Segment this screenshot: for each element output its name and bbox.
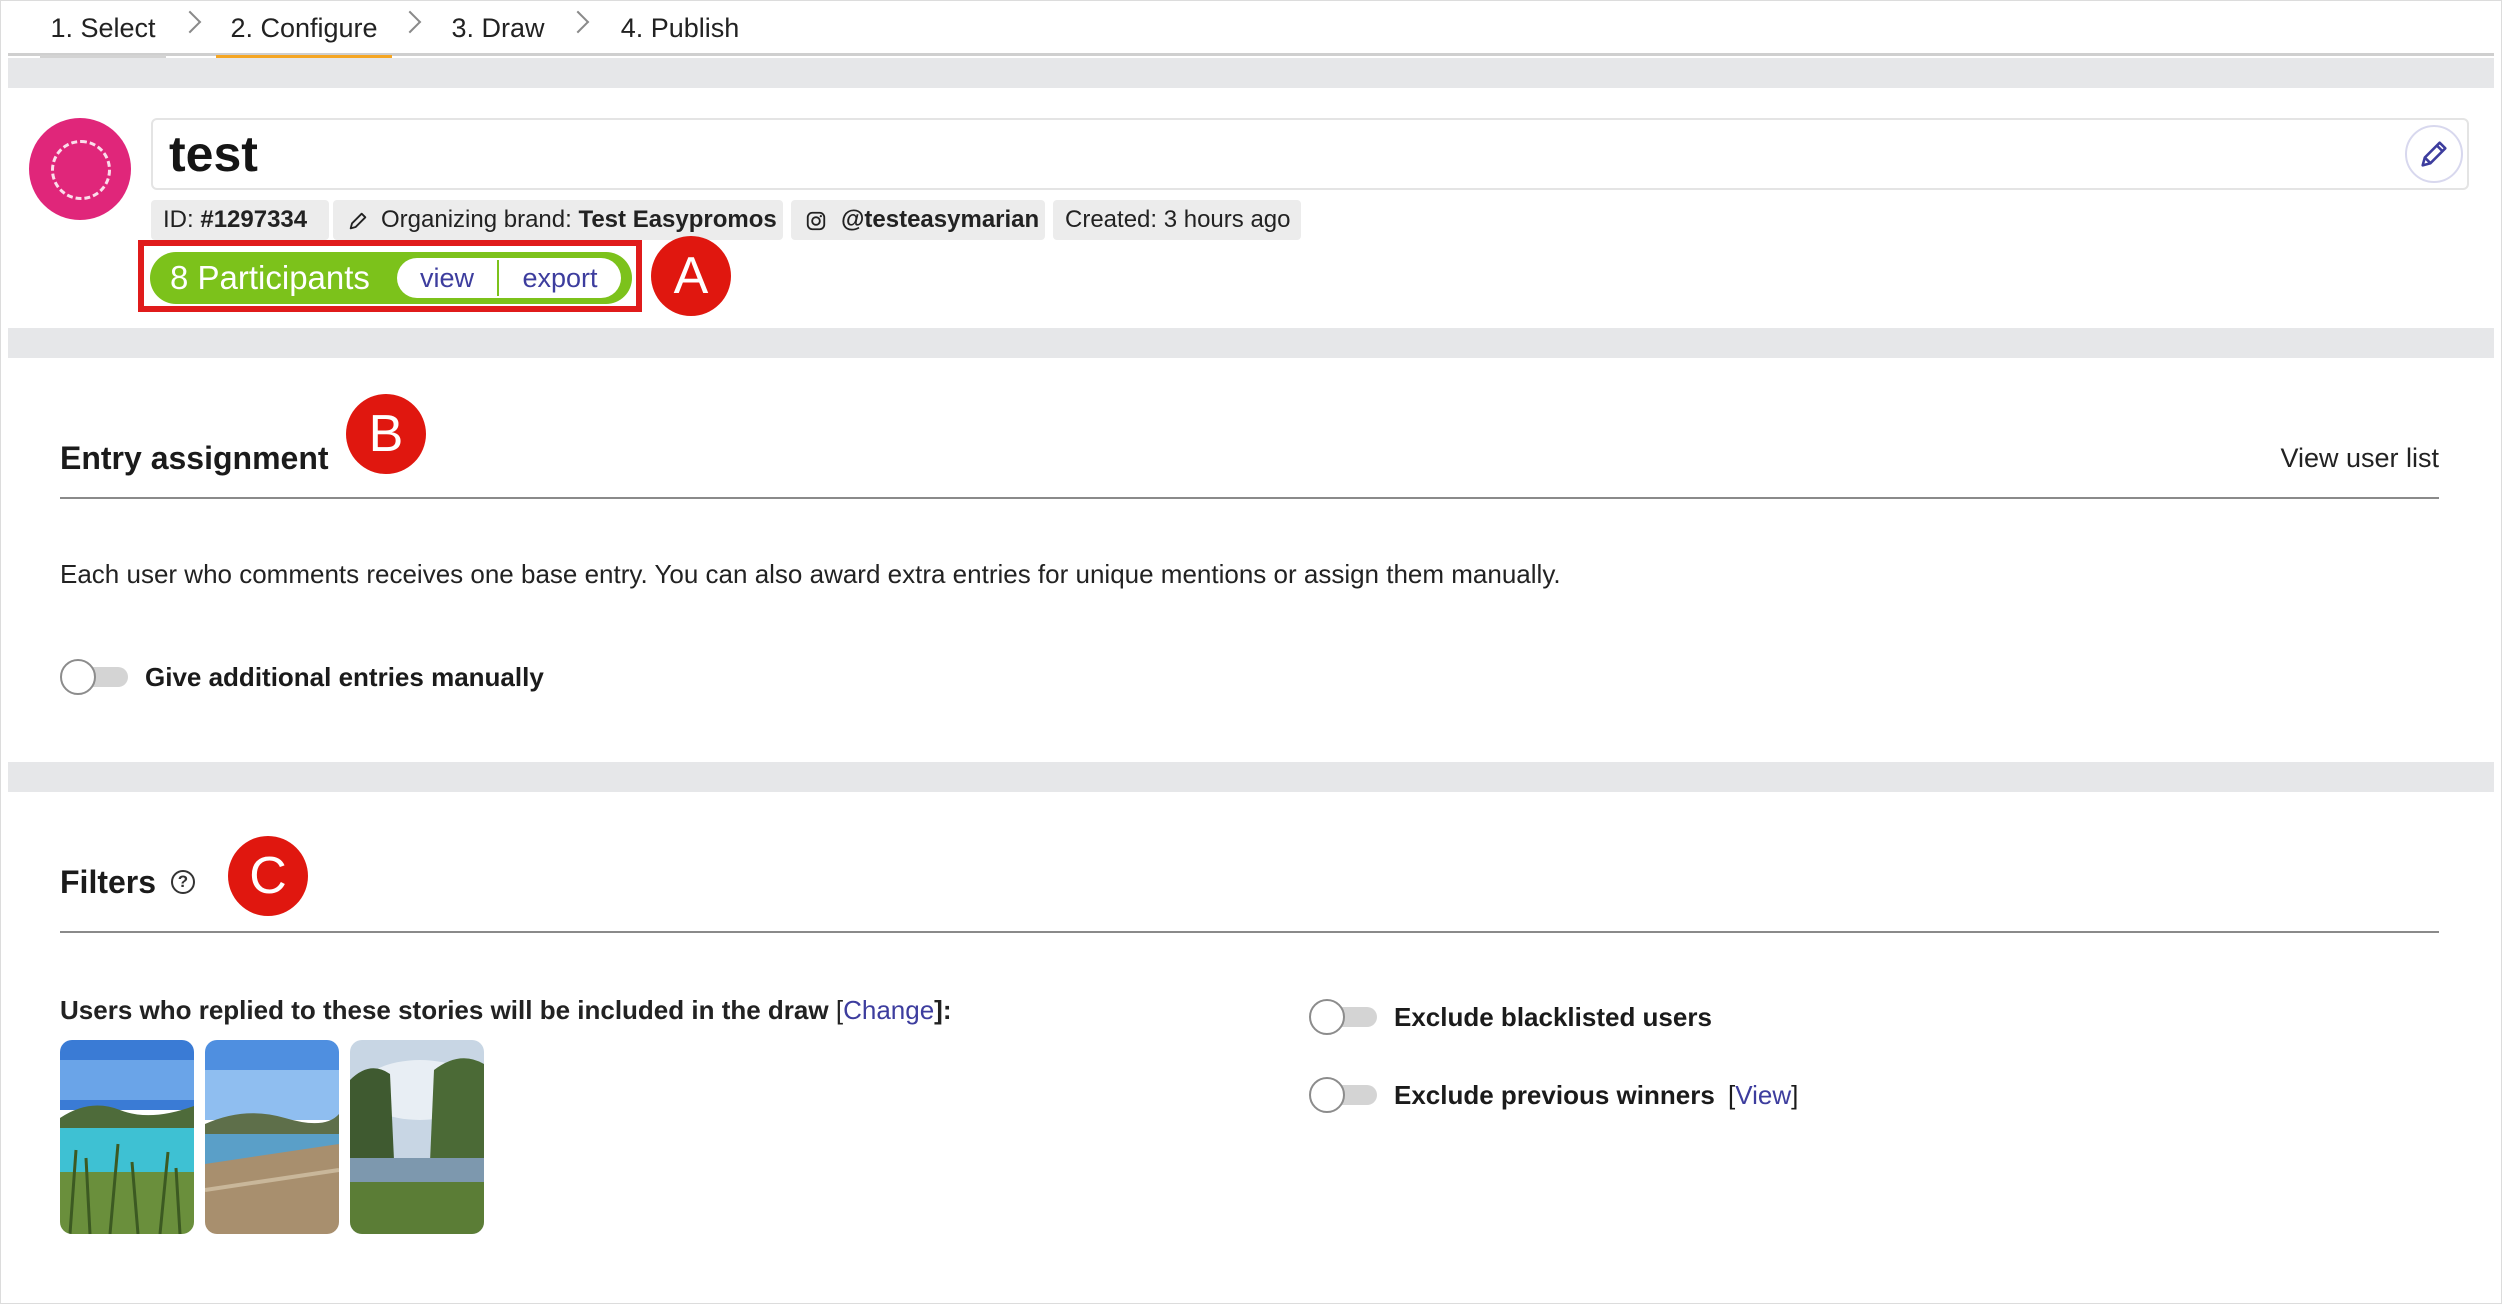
step-label: 2. Configure <box>230 13 378 43</box>
section-divider <box>8 58 2494 88</box>
id-value: #1297334 <box>200 206 308 233</box>
id-chip: ID: #1297334 <box>151 200 329 240</box>
toggle-knob <box>1309 1077 1345 1113</box>
toggle-knob <box>60 659 96 695</box>
exclude-blacklisted-label: Exclude blacklisted users <box>1394 1002 1712 1032</box>
view-winners-link[interactable]: View <box>1735 1080 1791 1110</box>
story-thumbnail[interactable] <box>205 1040 339 1234</box>
give-additional-entries-toggle[interactable] <box>60 659 128 695</box>
view-participants-button[interactable]: view <box>397 258 497 298</box>
avatar-ring <box>51 140 111 200</box>
toggle-knob <box>1309 999 1345 1035</box>
annotation-marker-c: C <box>228 836 308 916</box>
account-chip: @testeasymarian <box>791 200 1045 240</box>
step-label: 4. Publish <box>620 13 740 43</box>
story-image <box>60 1040 194 1234</box>
participants-count: 8 Participants <box>170 259 370 296</box>
step-draw[interactable]: 3. Draw <box>442 0 554 56</box>
brand-chip: Organizing brand: Test Easypromos <box>333 200 783 240</box>
bracket-open: [ <box>835 995 844 1025</box>
step-select[interactable]: 1. Select <box>40 0 166 59</box>
created-text: Created: 3 hours ago <box>1065 206 1291 233</box>
pencil-icon <box>349 212 367 230</box>
section-divider <box>8 762 2494 792</box>
id-label: ID: <box>163 206 201 233</box>
instagram-icon <box>806 211 826 231</box>
entry-assignment-title: Entry assignment <box>60 440 329 476</box>
story-thumbnail[interactable] <box>60 1040 194 1234</box>
chevron-right-icon <box>566 10 590 34</box>
step-label: 3. Draw <box>451 13 545 43</box>
story-image <box>350 1040 484 1234</box>
section-divider <box>8 328 2494 358</box>
edit-title-button[interactable] <box>2405 125 2463 183</box>
exclude-blacklisted-toggle[interactable] <box>1309 999 1377 1035</box>
help-icon[interactable]: ? <box>171 870 195 894</box>
participants-actions: view export <box>397 258 621 298</box>
stories-description: Users who replied to these stories will … <box>60 993 952 1027</box>
story-image <box>205 1040 339 1234</box>
filters-title: Filters <box>60 864 157 900</box>
brand-value: Test Easypromos <box>578 206 777 233</box>
wizard-stepper: 1. Select 2. Configure 3. Draw 4. Publis… <box>8 0 2494 59</box>
page-title: test <box>169 126 258 182</box>
exclude-winners-text: Exclude previous winners <box>1394 1080 1715 1110</box>
title-field[interactable]: test <box>151 118 2469 190</box>
created-chip: Created: 3 hours ago <box>1053 200 1301 240</box>
step-publish[interactable]: 4. Publish <box>610 0 750 56</box>
chevron-right-icon <box>398 10 422 34</box>
brand-label: Organizing brand: <box>381 206 579 233</box>
bracket-close: ] <box>1791 1080 1799 1110</box>
avatar <box>29 118 131 220</box>
bracket-close: ]: <box>934 995 952 1025</box>
participants-pill: 8 Participants view export <box>150 252 632 304</box>
story-thumbnail[interactable] <box>350 1040 484 1234</box>
account-handle: @testeasymarian <box>841 206 1040 233</box>
section-rule <box>60 497 2439 499</box>
give-additional-entries-label: Give additional entries manually <box>145 662 544 692</box>
export-participants-button[interactable]: export <box>499 258 621 298</box>
chevron-right-icon <box>178 10 202 34</box>
step-label: 1. Select <box>50 13 156 43</box>
exclude-winners-toggle[interactable] <box>1309 1077 1377 1113</box>
section-rule <box>60 931 2439 933</box>
annotation-marker-b: B <box>346 394 426 474</box>
view-user-list-link[interactable]: View user list <box>2280 441 2439 475</box>
exclude-winners-label: Exclude previous winners [View] <box>1394 1077 1798 1113</box>
annotation-marker-a: A <box>651 236 731 316</box>
pencil-icon <box>2421 141 2447 167</box>
stories-text: Users who replied to these stories will … <box>60 995 829 1025</box>
step-configure[interactable]: 2. Configure <box>216 0 392 59</box>
entry-description: Each user who comments receives one base… <box>60 559 1561 589</box>
change-stories-link[interactable]: Change <box>843 995 934 1025</box>
